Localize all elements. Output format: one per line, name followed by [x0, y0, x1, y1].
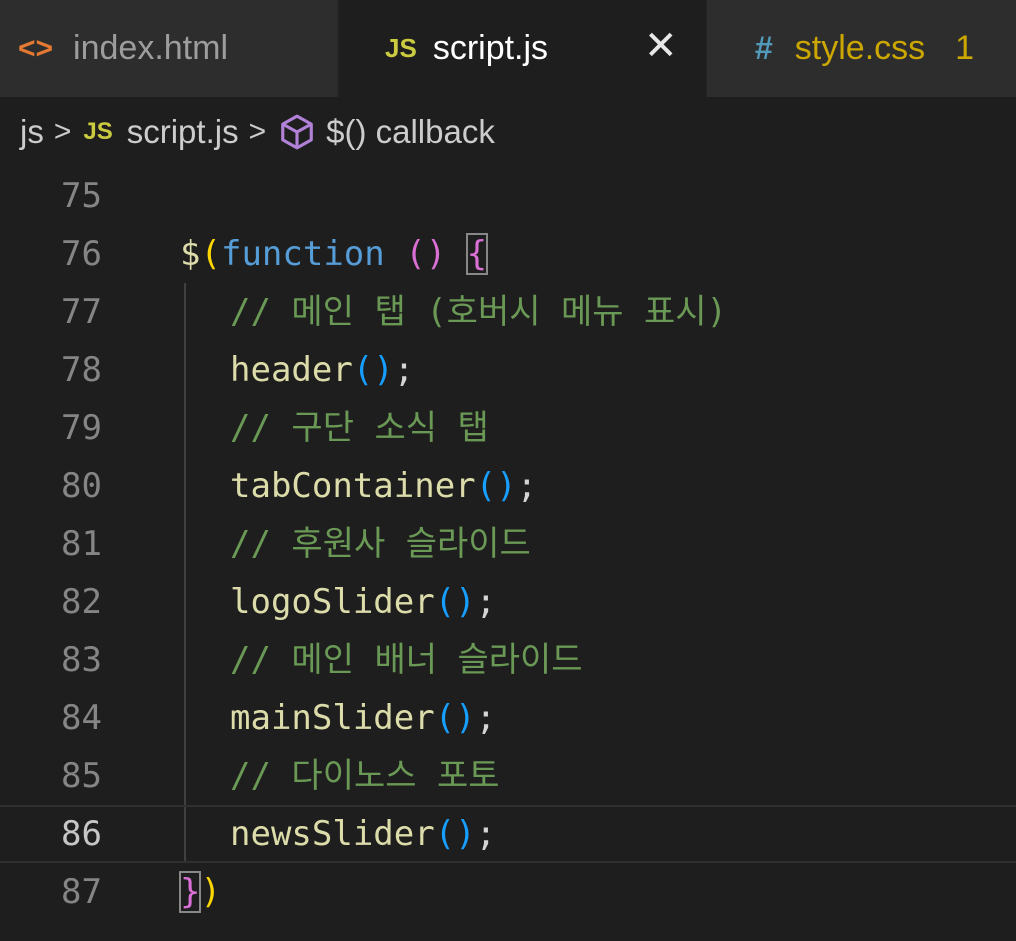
javascript-icon: JS [385, 33, 417, 63]
function-call: logoSlider [230, 582, 435, 622]
code-line[interactable]: 78 header(); [0, 341, 1016, 399]
semicolon: ; [516, 466, 538, 506]
breadcrumb-folder[interactable]: js [20, 113, 44, 151]
function-call: tabContainer [230, 466, 476, 506]
tab-label: style.css [794, 29, 926, 67]
open-paren: ( [200, 234, 221, 274]
code-comment: // 구단 소식 탭 [230, 408, 489, 448]
semicolon: ; [475, 698, 497, 738]
html-icon: <> [18, 31, 54, 65]
symbol-method-icon [281, 114, 313, 150]
call-parens: () [434, 814, 476, 854]
close-brace: } [178, 871, 202, 913]
code-line-current[interactable]: 86 newsSlider(); [0, 805, 1016, 863]
line-number: 87 [61, 872, 102, 912]
code-line[interactable]: 77 // 메인 탭 (호버시 메뉴 표시) [0, 283, 1016, 341]
code-comment: // 다이노스 포토 [230, 756, 500, 796]
code-area[interactable]: 75 76 $(function () { 77 // 메인 탭 (호버시 메뉴… [0, 167, 1016, 941]
close-paren: ) [200, 872, 221, 912]
params: () [405, 234, 447, 274]
line-number: 79 [61, 408, 102, 448]
call-parens: () [352, 350, 394, 390]
breadcrumb-symbol[interactable]: $() callback [326, 113, 495, 151]
keyword-function: function [220, 234, 385, 274]
close-icon[interactable]: ✕ [644, 24, 678, 68]
code-line[interactable]: 81 // 후원사 슬라이드 [0, 515, 1016, 573]
line-number: 85 [61, 756, 102, 796]
function-call: mainSlider [230, 698, 435, 738]
code-comment: // 메인 배너 슬라이드 [230, 640, 583, 680]
line-number: 76 [61, 234, 102, 274]
line-number: 86 [61, 814, 102, 854]
open-brace: { [465, 233, 489, 275]
chevron-right-icon: > [53, 115, 72, 148]
code-line[interactable]: 84 mainSlider(); [0, 689, 1016, 747]
semicolon: ; [475, 814, 497, 854]
tab-index-html[interactable]: <> index.html [0, 0, 338, 97]
line-number: 78 [61, 350, 102, 390]
code-line[interactable]: 79 // 구단 소식 탭 [0, 399, 1016, 457]
semicolon: ; [475, 582, 497, 622]
breadcrumb: js > JS script.js > $() callback [0, 97, 1016, 167]
line-number: 83 [61, 640, 102, 680]
chevron-right-icon: > [248, 115, 267, 148]
code-line[interactable]: 80 tabContainer(); [0, 457, 1016, 515]
code-editor: <> index.html JS script.js ✕ # style.css… [0, 0, 1016, 941]
code-line[interactable]: 87 }) [0, 863, 1016, 921]
code-line[interactable]: 75 [0, 167, 1016, 225]
breadcrumb-file[interactable]: script.js [127, 113, 239, 151]
tab-bar: <> index.html JS script.js ✕ # style.css… [0, 0, 1016, 97]
tab-label: index.html [73, 29, 229, 67]
tab-label: script.js [432, 29, 549, 67]
code-comment: // 메인 탭 (호버시 메뉴 표시) [230, 292, 728, 332]
line-number: 75 [61, 176, 102, 216]
code-line[interactable]: 83 // 메인 배너 슬라이드 [0, 631, 1016, 689]
code-line[interactable]: 82 logoSlider(); [0, 573, 1016, 631]
javascript-icon: JS [83, 118, 113, 145]
call-parens: () [434, 582, 476, 622]
line-number: 80 [61, 466, 102, 506]
function-call: newsSlider [230, 814, 435, 854]
code-comment: // 후원사 슬라이드 [230, 524, 531, 564]
line-number: 82 [61, 582, 102, 622]
line-number: 77 [61, 292, 102, 332]
problems-count-badge: 1 [955, 29, 975, 67]
tab-style-css[interactable]: # style.css 1 [707, 0, 1016, 97]
code-line[interactable]: 76 $(function () { [0, 225, 1016, 283]
tab-script-js[interactable]: JS script.js ✕ [339, 0, 706, 97]
call-parens: () [475, 466, 517, 506]
css-icon: # [755, 30, 773, 66]
line-number: 84 [61, 698, 102, 738]
code-line[interactable]: 85 // 다이노스 포토 [0, 747, 1016, 805]
function-call: header [230, 350, 353, 390]
line-number: 81 [61, 524, 102, 564]
semicolon: ; [393, 350, 415, 390]
call-parens: () [434, 698, 476, 738]
jquery-dollar: $ [180, 234, 201, 274]
